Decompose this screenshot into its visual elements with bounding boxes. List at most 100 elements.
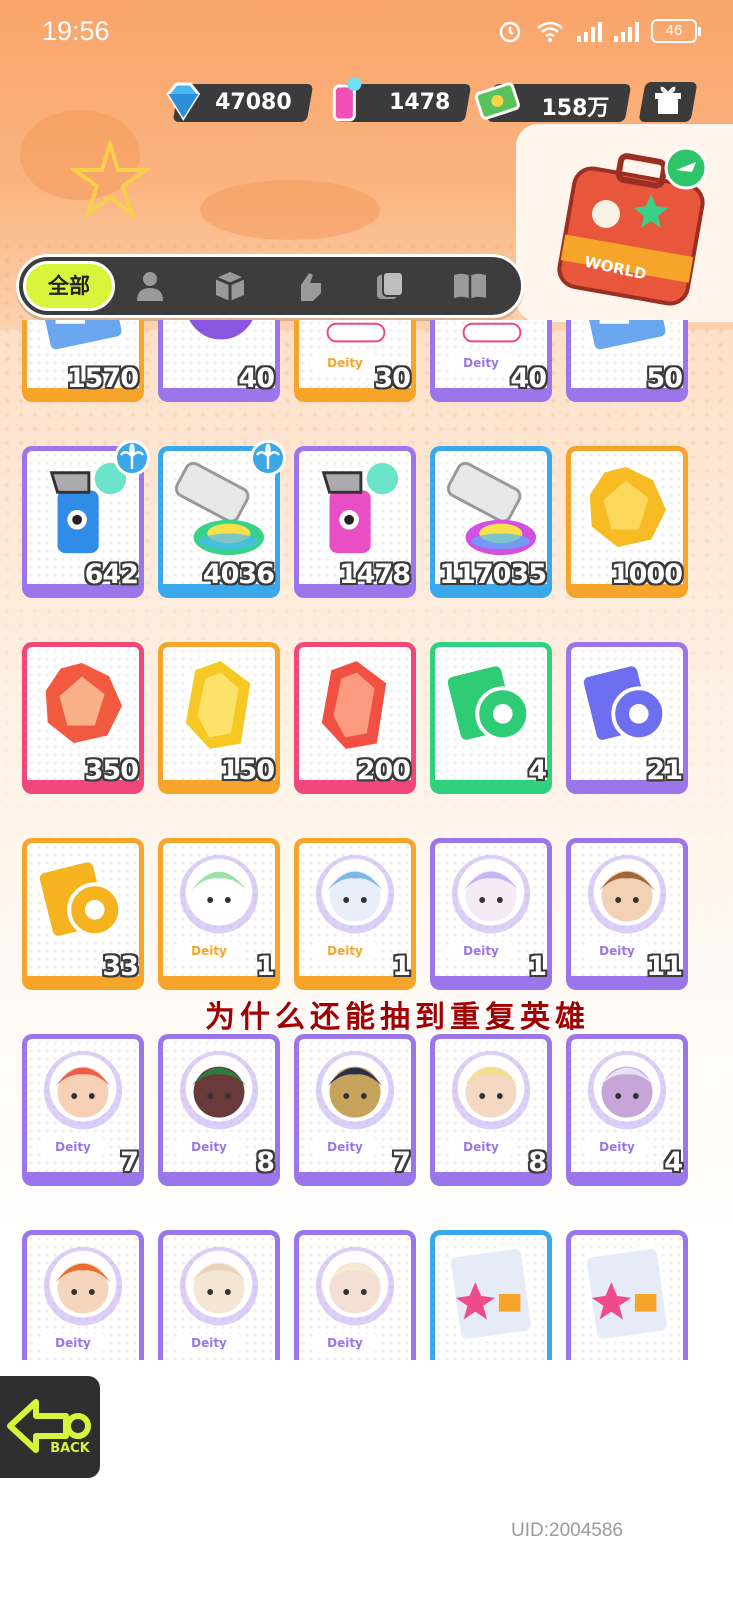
currency-value: 47080: [215, 90, 293, 115]
inventory-item-card[interactable]: Deity 8: [158, 1034, 280, 1186]
item-count: 30: [374, 363, 411, 394]
deity-tag: Deity: [174, 1334, 244, 1352]
red-crystal-icon: [317, 656, 391, 754]
inventory-item-card[interactable]: Deity 7: [294, 1034, 416, 1186]
wifi-icon: [537, 21, 563, 42]
inventory-item-card[interactable]: 200: [294, 642, 416, 794]
inventory-item-card[interactable]: 21: [566, 642, 688, 794]
disc-icon: [185, 320, 257, 344]
deity-tag: Deity: [446, 1138, 516, 1156]
back-button[interactable]: BACK: [0, 1372, 104, 1482]
tab-items[interactable]: [205, 263, 255, 309]
item-count: 4: [664, 1147, 683, 1178]
item-count: 1478: [338, 559, 411, 590]
item-count: 150: [220, 755, 275, 786]
inventory-item-card[interactable]: Deity 30: [294, 320, 416, 402]
tube-green-icon: [174, 461, 265, 556]
inventory-item-card[interactable]: Deity: [294, 1230, 416, 1360]
battery-indicator: 46: [651, 19, 701, 43]
inventory-item-card[interactable]: 4: [430, 642, 552, 794]
inventory-item-card[interactable]: [566, 1230, 688, 1360]
inventory-item-card[interactable]: 642: [22, 440, 150, 598]
inventory-item-card[interactable]: 117035: [430, 446, 552, 598]
deity-tag: Deity: [38, 1334, 108, 1352]
deity-tag: Deity: [582, 1138, 652, 1156]
inventory-item-card[interactable]: 1000: [566, 446, 688, 598]
tab-characters[interactable]: [125, 263, 175, 309]
inventory-item-card[interactable]: 4036: [158, 440, 286, 598]
inventory-item-card[interactable]: [430, 1230, 552, 1360]
deity-tag: Deity: [310, 1334, 380, 1352]
gift-button[interactable]: [638, 82, 698, 122]
item-count: 7: [120, 1147, 139, 1178]
inventory-item-card[interactable]: Deity 8: [430, 1034, 552, 1186]
diamond-icon: [166, 82, 201, 121]
hero-red-icon: [43, 1050, 123, 1130]
alarm-icon: [499, 21, 521, 43]
inventory-item-card[interactable]: Deity 1: [294, 838, 416, 990]
star-icon: [70, 140, 150, 220]
cash-icon: [474, 82, 520, 120]
item-count: 350: [84, 755, 139, 786]
tab-cards[interactable]: [365, 263, 415, 309]
currency-diamond[interactable]: 47080: [166, 82, 314, 122]
inventory-item-card[interactable]: 33: [22, 838, 144, 990]
gold-gem-icon: [585, 462, 671, 552]
spray-can-icon: [332, 77, 362, 122]
inventory-item-card[interactable]: Deity 40: [430, 320, 552, 402]
inventory-item-card[interactable]: 1478: [294, 446, 416, 598]
travel-world-button[interactable]: WORLD: [516, 124, 733, 322]
hero-lilac-icon: [451, 854, 531, 934]
item-count: 33: [102, 951, 139, 982]
yellow-crystal-icon: [181, 656, 255, 754]
item-count: 642: [84, 559, 139, 590]
inventory-item-card[interactable]: 50: [566, 320, 688, 402]
inventory-item-card[interactable]: Deity 1: [158, 838, 280, 990]
currency-cash[interactable]: 158万: [474, 82, 632, 122]
hero-blue-icon: [315, 854, 395, 934]
ticket-icon: [38, 320, 126, 354]
inventory-item-card[interactable]: Deity 11: [566, 838, 688, 990]
tab-collection[interactable]: [445, 263, 495, 309]
item-count: 1: [528, 951, 547, 982]
item-count: 1000: [610, 559, 683, 590]
signal-icon: [614, 20, 639, 42]
back-label: BACK: [50, 1441, 91, 1456]
red-gem-icon: [41, 658, 127, 748]
inventory-item-card[interactable]: 40: [158, 320, 280, 402]
category-tab-bar: 全部: [16, 254, 524, 318]
deity-tag: Deity: [310, 354, 380, 372]
book-icon: [454, 273, 486, 299]
hero-blonde-icon: [451, 1050, 531, 1130]
inventory-item-card[interactable]: 350: [22, 642, 144, 794]
currency-spray[interactable]: 1478: [332, 77, 472, 122]
status-time: 19:56: [42, 16, 110, 46]
hero-hat-icon: [179, 1050, 259, 1130]
spray-blue-icon: [49, 462, 127, 557]
inventory-item-card[interactable]: Deity: [22, 1230, 144, 1360]
currency-value: 1478: [388, 90, 451, 115]
inventory-item-card[interactable]: Deity: [158, 1230, 280, 1360]
inventory-item-card[interactable]: Deity 4: [566, 1034, 688, 1186]
deity-tag: Deity: [38, 1138, 108, 1156]
item-count: 8: [528, 1147, 547, 1178]
item-count: 1: [256, 951, 275, 982]
item-count: 40: [238, 363, 275, 394]
spray-pink-icon: [321, 462, 399, 557]
sticker-icon: [447, 1245, 535, 1342]
item-count: 8: [256, 1147, 275, 1178]
inventory-item-card[interactable]: 150: [158, 642, 280, 794]
user-id: UID:2004586: [511, 1520, 623, 1541]
inventory-item-card[interactable]: Deity 7: [22, 1034, 144, 1186]
person-icon: [137, 272, 163, 301]
inventory-item-card[interactable]: Deity 1: [430, 838, 552, 990]
paint-splash: [200, 180, 380, 240]
deity-tag: Deity: [174, 1138, 244, 1156]
gift-icon: [655, 86, 681, 114]
tab-gestures[interactable]: [285, 263, 335, 309]
deity-tag: Deity: [310, 1138, 380, 1156]
signal-icon: [577, 20, 602, 42]
item-count: 117035: [439, 559, 547, 590]
tab-all[interactable]: 全部: [23, 261, 115, 311]
inventory-item-card[interactable]: 1570: [22, 320, 144, 402]
